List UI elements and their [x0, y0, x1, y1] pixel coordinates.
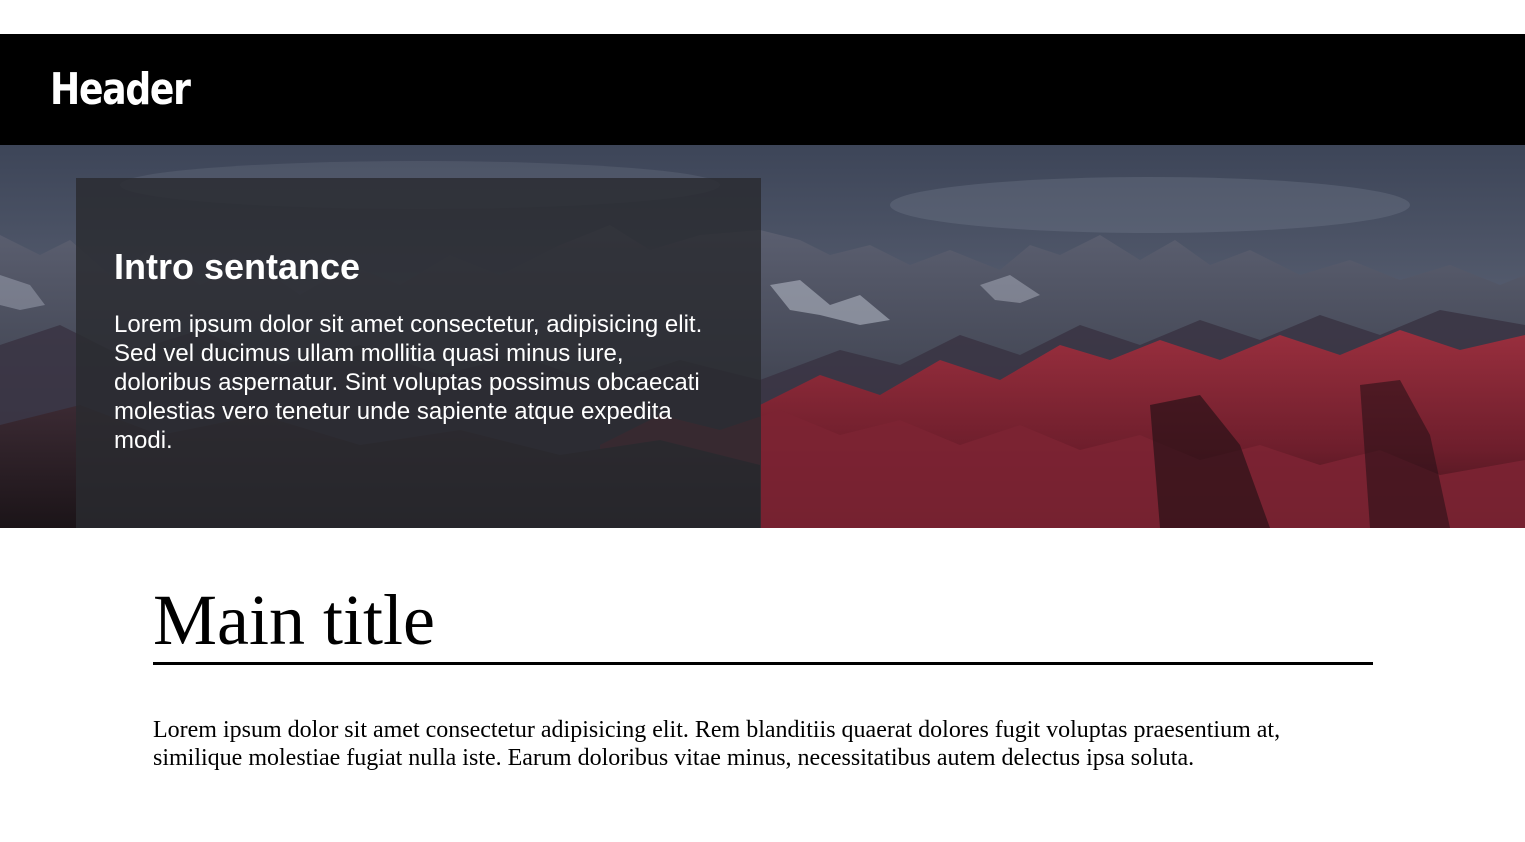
main-content: Main title Lorem ipsum dolor sit amet co…: [153, 578, 1373, 772]
intro-title: Intro sentance: [114, 246, 361, 287]
main-title: Main title: [153, 580, 435, 660]
intro-text: Lorem ipsum dolor sit amet consectetur, …: [114, 311, 703, 454]
hero-banner: Intro sentance Lorem ipsum dolor sit ame…: [0, 145, 1525, 528]
main-paragraph: Lorem ipsum dolor sit amet consectetur a…: [153, 717, 1281, 771]
title-divider: [153, 662, 1373, 665]
site-header: Header: [0, 34, 1525, 145]
intro-card: Intro sentance Lorem ipsum dolor sit ame…: [76, 178, 761, 528]
header-title: Header: [50, 64, 191, 115]
page: Header Intro sentance Lorem ipsum dolor …: [0, 0, 1525, 842]
